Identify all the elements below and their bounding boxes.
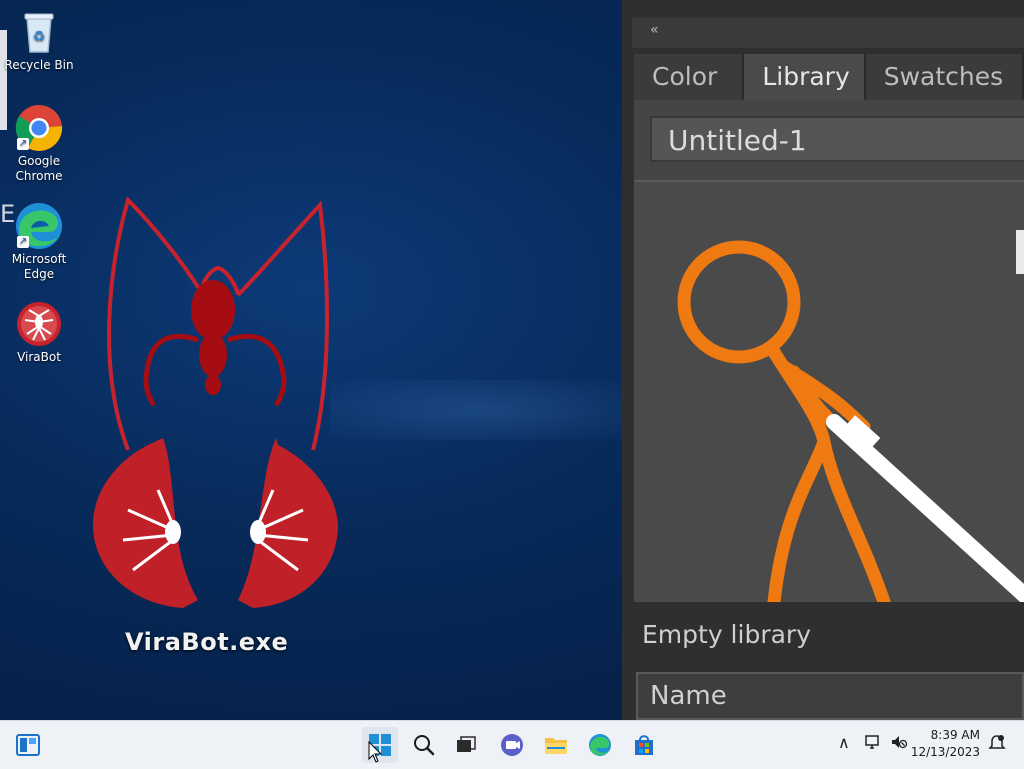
name-column-header[interactable]: Name <box>636 672 1024 720</box>
shortcut-arrow-icon: ↗ <box>17 236 29 248</box>
document-select-area: Untitled-1 <box>634 100 1024 180</box>
desktop-icon-virabot[interactable]: ViraBot <box>4 300 74 365</box>
widgets-icon <box>16 734 40 756</box>
recycle-bin-icon: ♻ <box>15 8 63 56</box>
wallpaper-glow <box>330 380 630 440</box>
panel-header: « <box>632 18 1024 48</box>
desktop-icon-chrome[interactable]: ↗ Google Chrome <box>4 104 74 184</box>
edge-taskbar-button[interactable] <box>582 727 618 763</box>
chat-button[interactable] <box>494 727 530 763</box>
stick-figure-icon <box>677 240 1024 609</box>
search-icon <box>414 735 435 756</box>
virabot-large-icon[interactable] <box>88 190 348 620</box>
desktop: E ♻ Recycle Bin ↗ Google Chrome ↗ Micros… <box>0 0 1024 720</box>
mouse-cursor-icon <box>368 740 383 767</box>
empty-library-label: Empty library <box>642 620 811 649</box>
store-icon <box>635 735 653 755</box>
desktop-icon-edge[interactable]: ↗ Microsoft Edge <box>4 202 74 282</box>
desktop-icon-label: Microsoft Edge <box>11 252 67 281</box>
tab-library[interactable]: Library <box>744 54 866 100</box>
panel-scroll-handle[interactable] <box>1016 230 1024 274</box>
library-preview <box>634 180 1024 609</box>
network-icon[interactable] <box>864 733 882 755</box>
spider-logo-icon <box>93 196 338 608</box>
panel-tabs: Color Library Swatches <box>634 54 1024 100</box>
taskbar: ∧ 8:39 AM 12/13/2023 <box>0 720 1024 769</box>
task-view-button[interactable] <box>448 727 484 763</box>
desktop-icon-label: Google Chrome <box>15 154 63 183</box>
tab-color[interactable]: Color <box>634 54 745 100</box>
search-button[interactable] <box>406 727 442 763</box>
chat-icon <box>501 734 523 756</box>
edge-icon: ↗ <box>15 202 63 250</box>
virabot-icon <box>15 300 63 348</box>
volume-muted-icon[interactable] <box>890 733 908 755</box>
tab-swatches[interactable]: Swatches <box>865 54 1024 100</box>
widgets-button[interactable] <box>10 727 46 763</box>
clock-date: 12/13/2023 <box>910 745 980 759</box>
folder-icon <box>545 738 567 754</box>
collapse-icon[interactable]: « <box>650 22 659 38</box>
desktop-icon-label: Recycle Bin <box>4 58 74 72</box>
chrome-icon: ↗ <box>15 104 63 152</box>
show-hidden-icons-chevron-icon[interactable]: ∧ <box>838 733 850 752</box>
clock[interactable]: 8:39 AM 12/13/2023 <box>911 727 980 761</box>
library-panel: « Color Library Swatches Untitled-1 Empt… <box>622 0 1024 720</box>
notifications-icon[interactable] <box>988 733 1006 755</box>
desktop-icon-label: ViraBot <box>17 350 61 364</box>
document-dropdown[interactable]: Untitled-1 <box>650 116 1024 162</box>
file-explorer-button[interactable] <box>538 727 574 763</box>
virabot-exe-label: ViraBot.exe <box>125 628 289 656</box>
store-button[interactable] <box>626 727 662 763</box>
svg-text:♻: ♻ <box>33 29 46 45</box>
edge-icon <box>589 734 611 756</box>
shortcut-arrow-icon: ↗ <box>17 138 29 150</box>
task-view-icon <box>457 736 476 752</box>
clock-time: 8:39 AM <box>930 728 980 742</box>
desktop-icon-recycle-bin[interactable]: ♻ Recycle Bin <box>4 8 74 73</box>
